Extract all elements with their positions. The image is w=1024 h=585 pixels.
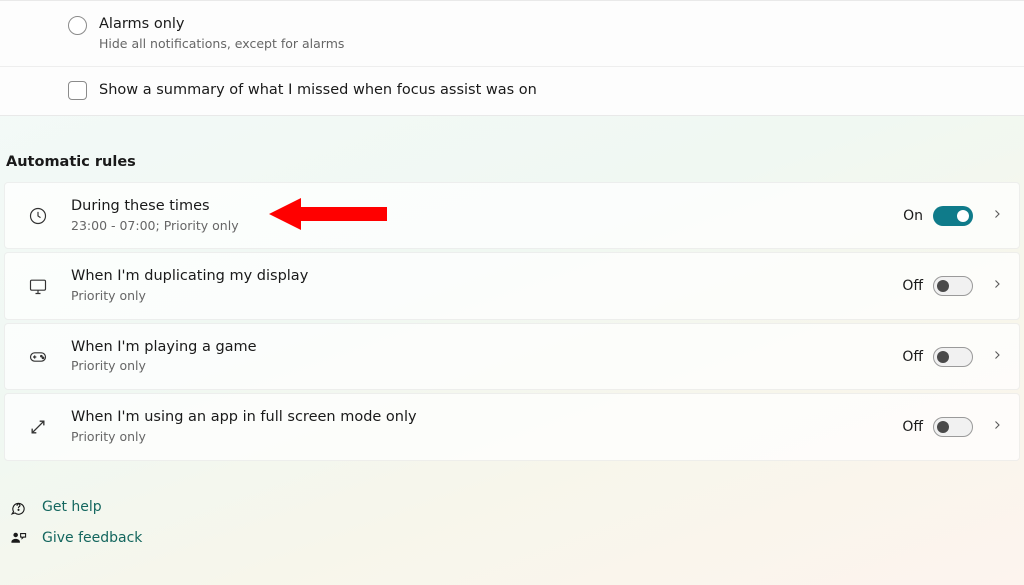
rule-fullscreen-app[interactable]: When I'm using an app in full screen mod… xyxy=(4,393,1020,460)
chevron-right-icon xyxy=(991,349,1003,365)
alarms-only-content: Alarms only Hide all notifications, exce… xyxy=(99,15,344,52)
give-feedback-label: Give feedback xyxy=(42,530,142,546)
rule-title: When I'm using an app in full screen mod… xyxy=(71,408,902,428)
rule-state-label: Off xyxy=(902,278,923,294)
gamepad-icon xyxy=(27,348,49,366)
chevron-right-icon xyxy=(991,278,1003,294)
rule-state-label: Off xyxy=(902,419,923,435)
summary-label: Show a summary of what I missed when foc… xyxy=(99,81,537,101)
summary-option[interactable]: Show a summary of what I missed when foc… xyxy=(0,66,1024,115)
rule-sub: Priority only xyxy=(71,288,902,305)
fullscreen-icon xyxy=(27,417,49,437)
rule-title: When I'm duplicating my display xyxy=(71,267,902,287)
radio-unchecked-icon[interactable] xyxy=(68,16,87,35)
rule-title: During these times xyxy=(71,197,903,217)
rule-title: When I'm playing a game xyxy=(71,338,902,358)
rule-during-these-times[interactable]: During these times 23:00 - 07:00; Priori… xyxy=(4,182,1020,249)
alarms-only-option[interactable]: Alarms only Hide all notifications, exce… xyxy=(0,1,1024,66)
rule-playing-game[interactable]: When I'm playing a game Priority only Of… xyxy=(4,323,1020,390)
automatic-rules-list: During these times 23:00 - 07:00; Priori… xyxy=(0,182,1024,461)
help-icon xyxy=(10,499,28,516)
footer-links: Get help Give feedback xyxy=(0,461,1024,547)
rule-text: When I'm duplicating my display Priority… xyxy=(71,267,902,304)
rule-duplicating-display[interactable]: When I'm duplicating my display Priority… xyxy=(4,252,1020,319)
alarms-only-sub: Hide all notifications, except for alarm… xyxy=(99,36,344,53)
rule-sub: Priority only xyxy=(71,429,902,446)
chevron-right-icon xyxy=(991,208,1003,224)
clock-icon xyxy=(27,206,49,226)
rule-sub: Priority only xyxy=(71,358,902,375)
rule-state-label: On xyxy=(903,208,923,224)
checkbox-unchecked-icon[interactable] xyxy=(68,81,87,100)
automatic-rules-header: Automatic rules xyxy=(0,116,1024,182)
chevron-right-icon xyxy=(991,419,1003,435)
get-help-label: Get help xyxy=(42,499,102,515)
alarms-only-title: Alarms only xyxy=(99,15,344,35)
rule-text: When I'm playing a game Priority only xyxy=(71,338,902,375)
rule-toggle[interactable] xyxy=(933,206,973,226)
rule-toggle[interactable] xyxy=(933,276,973,296)
rule-text: During these times 23:00 - 07:00; Priori… xyxy=(71,197,903,234)
rule-state-label: Off xyxy=(902,349,923,365)
rule-toggle[interactable] xyxy=(933,417,973,437)
get-help-link[interactable]: Get help xyxy=(10,499,1024,516)
rule-toggle[interactable] xyxy=(933,347,973,367)
feedback-icon xyxy=(10,530,28,547)
focus-assist-options-panel: Alarms only Hide all notifications, exce… xyxy=(0,0,1024,116)
rule-text: When I'm using an app in full screen mod… xyxy=(71,408,902,445)
rule-sub: 23:00 - 07:00; Priority only xyxy=(71,218,903,235)
monitor-icon xyxy=(27,276,49,296)
give-feedback-link[interactable]: Give feedback xyxy=(10,530,1024,547)
